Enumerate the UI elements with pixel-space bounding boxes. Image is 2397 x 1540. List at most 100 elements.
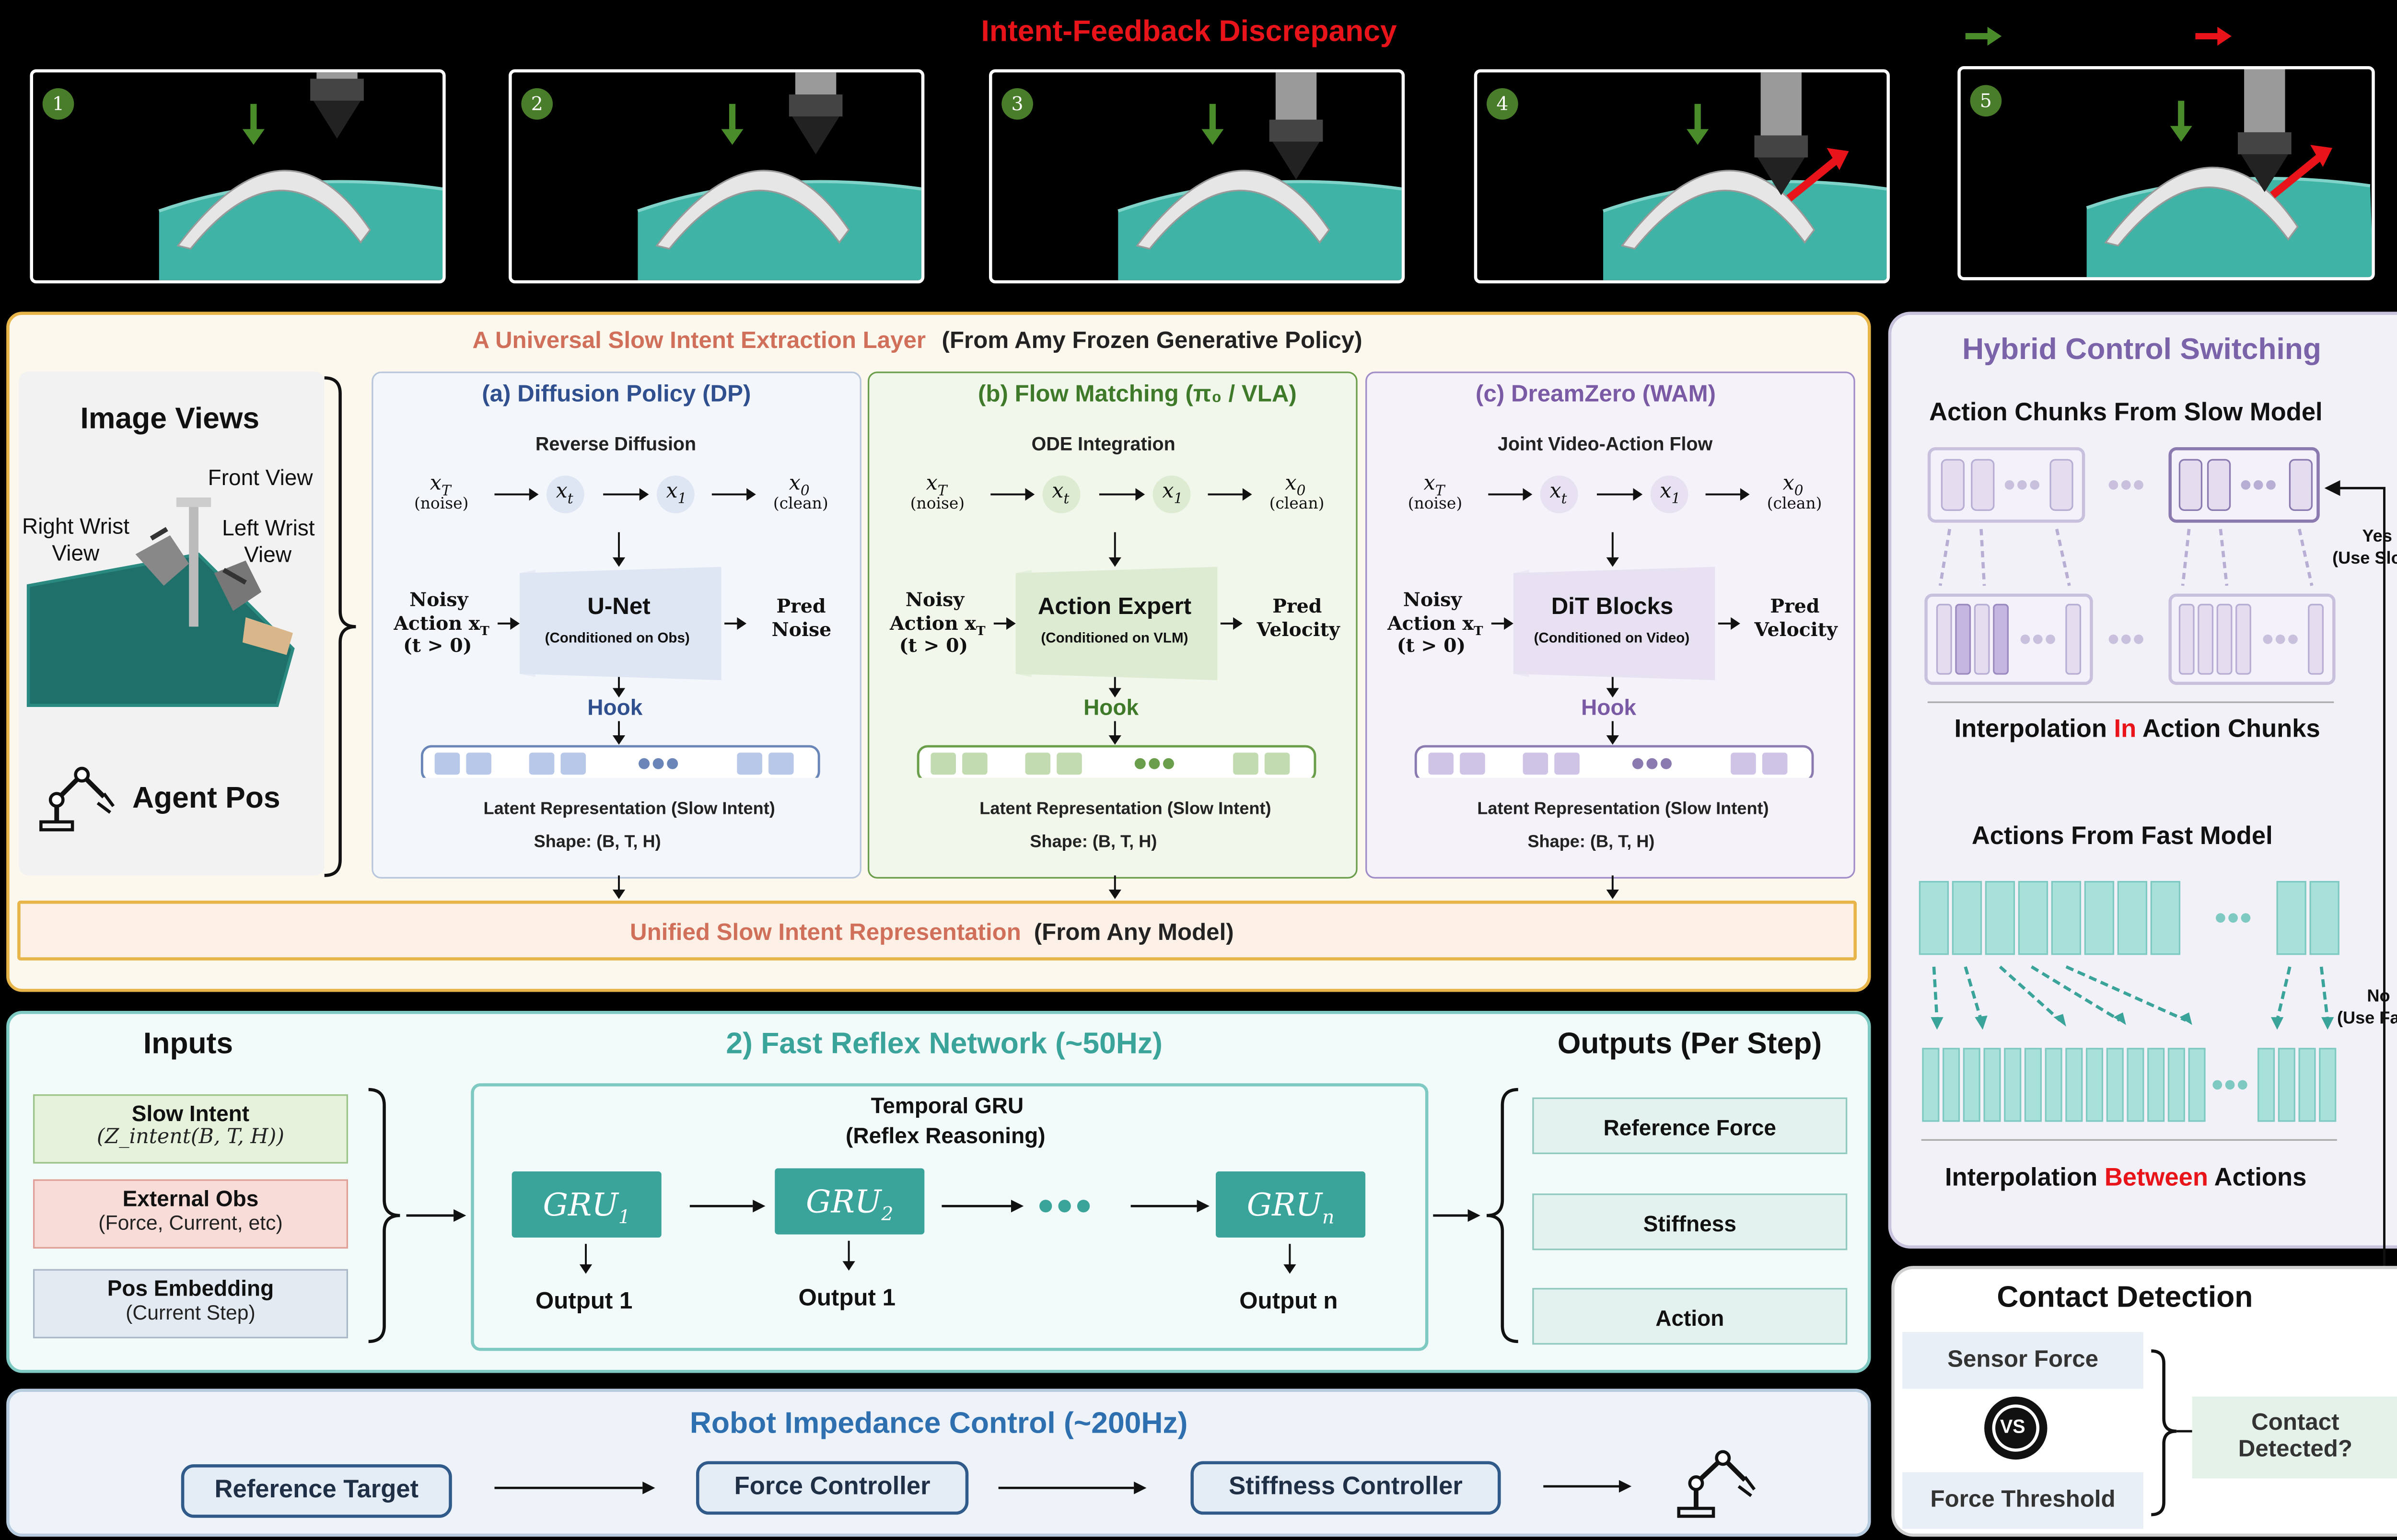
frame-number-badge: 5 <box>1970 85 2002 117</box>
down-arrow-icon <box>842 1240 855 1271</box>
discrepancy-title: Intent-Feedback Discrepancy <box>981 15 1397 49</box>
interp-in-pre: Interpolation <box>1954 716 2114 743</box>
scene-frame-1 <box>30 69 446 284</box>
chunks-title: Action Chunks From Slow Model <box>1929 400 2323 427</box>
scene-frame-5 <box>1957 66 2375 280</box>
vs-text: VS <box>2000 1415 2025 1438</box>
pred-output-l2: Noise <box>771 619 832 641</box>
frame-number-badge: 2 <box>521 88 553 120</box>
force-threshold-box: Force Threshold <box>1902 1472 2143 1529</box>
red-right-arrow-icon <box>2195 26 2232 46</box>
noise-label: (noise) <box>910 496 965 513</box>
pred-output-l1: Pred <box>776 595 826 617</box>
input-pos-embedding: Pos Embedding (Current Step) <box>33 1269 348 1339</box>
hook-label: Hook <box>587 694 643 720</box>
interp-between-pre: Interpolation <box>1944 1165 2105 1192</box>
step-reference-target: Reference Target <box>181 1464 452 1518</box>
noisy-action-l1: Noisy <box>409 589 468 611</box>
fast-reflex-title: 2) Fast Reflex Network (~50Hz) <box>726 1028 1163 1062</box>
model-block-condition: (Conditioned on Video) <box>1534 630 1690 646</box>
robot-arm-output-icon <box>1677 1450 1756 1518</box>
latent-label: Latent Representation (Slow Intent) <box>979 799 1271 819</box>
x1-symbol: x1 <box>1162 480 1183 508</box>
noisy-action-l1: Noisy <box>905 589 965 611</box>
image-views-brace <box>324 376 356 877</box>
model-block-name: U-Net <box>587 593 651 621</box>
frame-number-badge: 1 <box>42 88 74 120</box>
latent-label: Latent Representation (Slow Intent) <box>1477 799 1769 819</box>
clean-label: (clean) <box>1269 496 1325 513</box>
input-pos-embedding-sub: (Current Step) <box>126 1300 256 1324</box>
process-label: Joint Video-Action Flow <box>1498 433 1713 455</box>
gru-output-label: Output 1 <box>535 1288 633 1315</box>
shape-label: Shape: (B, T, H) <box>1527 833 1655 852</box>
contact-detected-l1: Contact <box>2251 1409 2339 1436</box>
model-block-condition: (Conditioned on VLM) <box>1041 630 1188 646</box>
fast-actions-title: Actions From Fast Model <box>1971 823 2273 850</box>
column-title: (a) Diffusion Policy (DP) <box>482 381 751 408</box>
gru-output-label: Output 1 <box>798 1285 896 1312</box>
pred-output-l1: Pred <box>1272 595 1322 617</box>
output-stiffness: Stiffness <box>1532 1193 1848 1251</box>
clean-label: (clean) <box>1767 496 1822 513</box>
slow-panel-title: A Universal Slow Intent Extraction Layer… <box>473 327 1362 354</box>
unified-intent-main: Unified Slow Intent Representation <box>630 919 1021 947</box>
green-right-arrow-icon <box>1965 26 2002 46</box>
noisy-action-l3: (t > 0) <box>1396 634 1466 657</box>
robot-arm-icon <box>39 766 115 832</box>
noise-label: (noise) <box>1408 496 1463 513</box>
column-title: (b) Flow Matching (π₀ / VLA) <box>977 381 1297 408</box>
inputs-brace <box>368 1088 466 1343</box>
xt-symbol: xt <box>556 480 573 508</box>
robot-scene-image <box>26 498 295 707</box>
interp-in-post: Action Chunks <box>2136 716 2320 743</box>
process-label: ODE Integration <box>1031 433 1175 455</box>
interp-in-label: Interpolation In Action Chunks <box>1955 717 2320 745</box>
scene-frame-2 <box>509 69 925 284</box>
sensor-force-box: Sensor Force <box>1902 1332 2143 1389</box>
hook-label: Hook <box>1581 694 1637 720</box>
xt-symbol: xt <box>1052 480 1070 508</box>
down-arrow-icon <box>1108 875 1121 899</box>
input-external-obs-label: External Obs <box>122 1185 259 1211</box>
x1-symbol: x1 <box>1660 480 1681 508</box>
pred-output-l1: Pred <box>1770 595 1820 617</box>
interp-in-highlight: In <box>2114 716 2137 743</box>
pred-output-l2: Velocity <box>1257 619 1340 641</box>
latent-label: Latent Representation (Slow Intent) <box>483 799 775 819</box>
vs-badge: VS <box>1984 1396 2048 1460</box>
agent-pos-label: Agent Pos <box>132 782 280 816</box>
outputs-title: Outputs (Per Step) <box>1557 1028 1822 1062</box>
unified-intent-suffix: (From Any Model) <box>1034 919 1234 947</box>
impedance-title: Robot Impedance Control (~200Hz) <box>689 1407 1188 1441</box>
clean-label: (clean) <box>773 496 828 513</box>
noisy-action-l3: (t > 0) <box>403 634 472 657</box>
contact-brace <box>2151 1349 2192 1517</box>
gru-cell-1: GRU1 <box>512 1171 662 1238</box>
front-view-label: Front View <box>208 464 313 490</box>
hybrid-title: Hybrid Control Switching <box>1962 334 2322 367</box>
shape-label: Shape: (B, T, H) <box>534 833 661 852</box>
image-views-label: Image Views <box>80 403 260 436</box>
gru-title: Temporal GRU <box>871 1092 1024 1118</box>
down-arrow-icon <box>612 875 626 899</box>
shape-label: Shape: (B, T, H) <box>1030 833 1157 852</box>
interp-between-label: Interpolation Between Actions <box>1945 1165 2306 1193</box>
model-block-name: Action Expert <box>1037 593 1192 621</box>
input-external-obs: External Obs (Force, Current, etc) <box>33 1179 348 1249</box>
xt-symbol: xt <box>1549 480 1567 508</box>
interp-between-highlight: Between <box>2104 1165 2208 1192</box>
input-external-obs-sub: (Force, Current, etc) <box>98 1211 283 1235</box>
output-action: Action <box>1532 1288 1848 1345</box>
down-arrow-icon <box>579 1244 593 1274</box>
slow-panel-title-suffix: (From Amy Frozen Generative Policy) <box>942 327 1362 355</box>
contact-detected-l2: Detected? <box>2238 1436 2353 1463</box>
noisy-action-l1: Noisy <box>1403 589 1462 611</box>
hook-label: Hook <box>1083 694 1139 720</box>
model-block-name: DiT Blocks <box>1551 593 1674 621</box>
noise-label: (noise) <box>414 496 469 513</box>
switch-feedback-lines <box>2324 480 2385 1401</box>
contact-title: Contact Detection <box>1997 1281 2253 1315</box>
input-pos-embedding-label: Pos Embedding <box>107 1275 274 1301</box>
frame-number-badge: 4 <box>1487 88 1518 120</box>
